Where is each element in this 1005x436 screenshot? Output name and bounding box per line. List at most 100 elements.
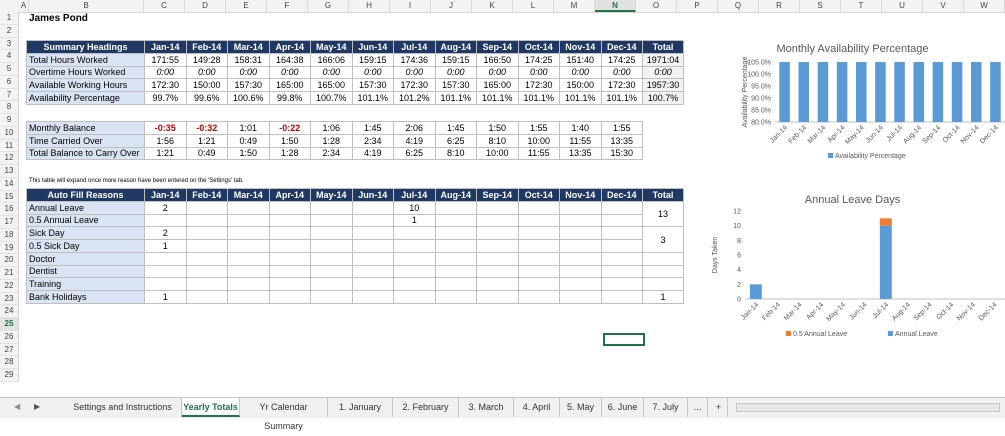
row-header-12[interactable]: 12	[0, 152, 19, 165]
table-cell[interactable]: 0:00	[517, 65, 560, 80]
column-header-b[interactable]: B	[29, 0, 144, 12]
column-header-e[interactable]: E	[226, 0, 267, 12]
table-cell[interactable]	[268, 251, 311, 266]
header-month[interactable]: Jan-14	[144, 40, 187, 54]
table-cell[interactable]	[393, 239, 436, 253]
row-header-16[interactable]: 16	[0, 203, 19, 216]
table-cell[interactable]	[268, 239, 311, 253]
column-header-k[interactable]: K	[472, 0, 513, 12]
table-cell[interactable]	[351, 264, 394, 279]
table-cell[interactable]	[393, 290, 436, 304]
table-cell[interactable]: 1:06	[310, 121, 353, 135]
table-cell[interactable]: 1:28	[310, 133, 353, 148]
table-cell[interactable]: 2:34	[310, 146, 353, 161]
table-cell[interactable]: 11:55	[517, 146, 560, 161]
table-cell[interactable]: 0:00	[434, 65, 477, 80]
table-cell[interactable]: 1:21	[144, 146, 187, 161]
table-cell[interactable]: 2:34	[351, 133, 394, 148]
table-cell[interactable]	[185, 200, 228, 215]
sheet-tab[interactable]: 5. May	[560, 398, 602, 417]
table-cell[interactable]: -0:22	[268, 121, 311, 135]
table-cell[interactable]: 1:28	[268, 146, 311, 161]
table-cell[interactable]	[351, 277, 394, 291]
column-header-c[interactable]: C	[144, 0, 185, 12]
table-cell[interactable]: 150:00	[559, 78, 602, 92]
table-cell[interactable]	[227, 290, 270, 304]
table-cell[interactable]	[268, 200, 311, 215]
column-header-p[interactable]: P	[677, 0, 718, 12]
table-cell[interactable]	[434, 251, 477, 266]
table-cell[interactable]: 15:30	[600, 146, 643, 161]
row-total[interactable]: 1	[642, 290, 684, 304]
row-header-11[interactable]: 11	[0, 139, 19, 153]
row-total[interactable]	[642, 251, 684, 266]
table-cell[interactable]	[434, 200, 477, 215]
table-cell[interactable]	[393, 251, 436, 266]
table-cell[interactable]: 164:38	[268, 52, 311, 67]
table-cell[interactable]	[310, 264, 353, 279]
table-cell[interactable]	[559, 200, 602, 215]
table-cell[interactable]	[476, 290, 519, 304]
table-cell[interactable]	[227, 226, 270, 240]
row-header-4[interactable]: 4	[0, 50, 19, 63]
nav-left-icon[interactable]: ◀	[14, 402, 20, 411]
table-cell[interactable]: 0:00	[476, 65, 519, 80]
row-total[interactable]: 0:00	[642, 65, 684, 80]
table-cell[interactable]	[393, 277, 436, 291]
nav-right-icon[interactable]: ▶	[34, 402, 40, 411]
table-cell[interactable]	[600, 290, 643, 304]
table-cell[interactable]: 2	[144, 200, 187, 215]
table-cell[interactable]: 101.2%	[393, 91, 436, 105]
row-label[interactable]: Annual Leave	[26, 200, 145, 215]
table-cell[interactable]	[310, 290, 353, 304]
header-total[interactable]: Total	[642, 40, 684, 54]
table-cell[interactable]: 101.1%	[559, 91, 602, 105]
table-cell[interactable]	[268, 277, 311, 291]
table-cell[interactable]: 172:30	[600, 78, 643, 92]
row-total[interactable]: 1971:04	[642, 52, 684, 67]
row-label[interactable]: Total Balance to Carry Over	[26, 146, 145, 161]
table-cell[interactable]	[476, 213, 519, 228]
row-header-6[interactable]: 6	[0, 75, 19, 89]
table-cell[interactable]: 101.1%	[600, 91, 643, 105]
table-cell[interactable]: 0:00	[600, 65, 643, 80]
table-cell[interactable]	[517, 239, 560, 253]
row-label[interactable]: Doctor	[26, 251, 145, 266]
table-cell[interactable]: 149:28	[185, 52, 228, 67]
column-header-v[interactable]: V	[923, 0, 964, 12]
table-cell[interactable]: 0:49	[227, 133, 270, 148]
header-month[interactable]: Dec-14	[600, 40, 643, 54]
sheet-tab[interactable]: 7. July	[644, 398, 688, 417]
row-label[interactable]: Overtime Hours Worked	[26, 65, 145, 80]
table-cell[interactable]	[268, 264, 311, 279]
header-month[interactable]: Jul-14	[393, 188, 436, 202]
row-header-8[interactable]: 8	[0, 101, 19, 114]
row-header-1[interactable]: 1	[0, 12, 19, 25]
table-cell[interactable]: 13:35	[559, 146, 602, 161]
table-cell[interactable]	[351, 251, 394, 266]
row-total[interactable]	[642, 264, 684, 279]
table-cell[interactable]: 1	[393, 213, 436, 228]
table-cell[interactable]: 2:06	[393, 121, 436, 135]
row-label[interactable]: Monthly Balance	[26, 121, 145, 135]
table-cell[interactable]	[185, 277, 228, 291]
header-month[interactable]: Oct-14	[517, 40, 560, 54]
table-cell[interactable]: 101.1%	[517, 91, 560, 105]
table-cell[interactable]: 8:10	[434, 146, 477, 161]
table-cell[interactable]	[559, 213, 602, 228]
header-month[interactable]: Aug-14	[434, 40, 477, 54]
table-cell[interactable]	[517, 251, 560, 266]
row-total[interactable]: 100.7%	[642, 91, 684, 105]
table-cell[interactable]	[310, 200, 353, 215]
column-header-d[interactable]: D	[185, 0, 226, 12]
table-cell[interactable]	[517, 290, 560, 304]
table-cell[interactable]	[227, 239, 270, 253]
row-header-13[interactable]: 13	[0, 165, 19, 178]
table-cell[interactable]	[476, 277, 519, 291]
row-header-7[interactable]: 7	[0, 88, 19, 102]
table-cell[interactable]	[144, 264, 187, 279]
table-cell[interactable]	[185, 290, 228, 304]
column-header-s[interactable]: S	[800, 0, 841, 12]
table-cell[interactable]	[351, 226, 394, 240]
header-month[interactable]: Jan-14	[144, 188, 187, 202]
